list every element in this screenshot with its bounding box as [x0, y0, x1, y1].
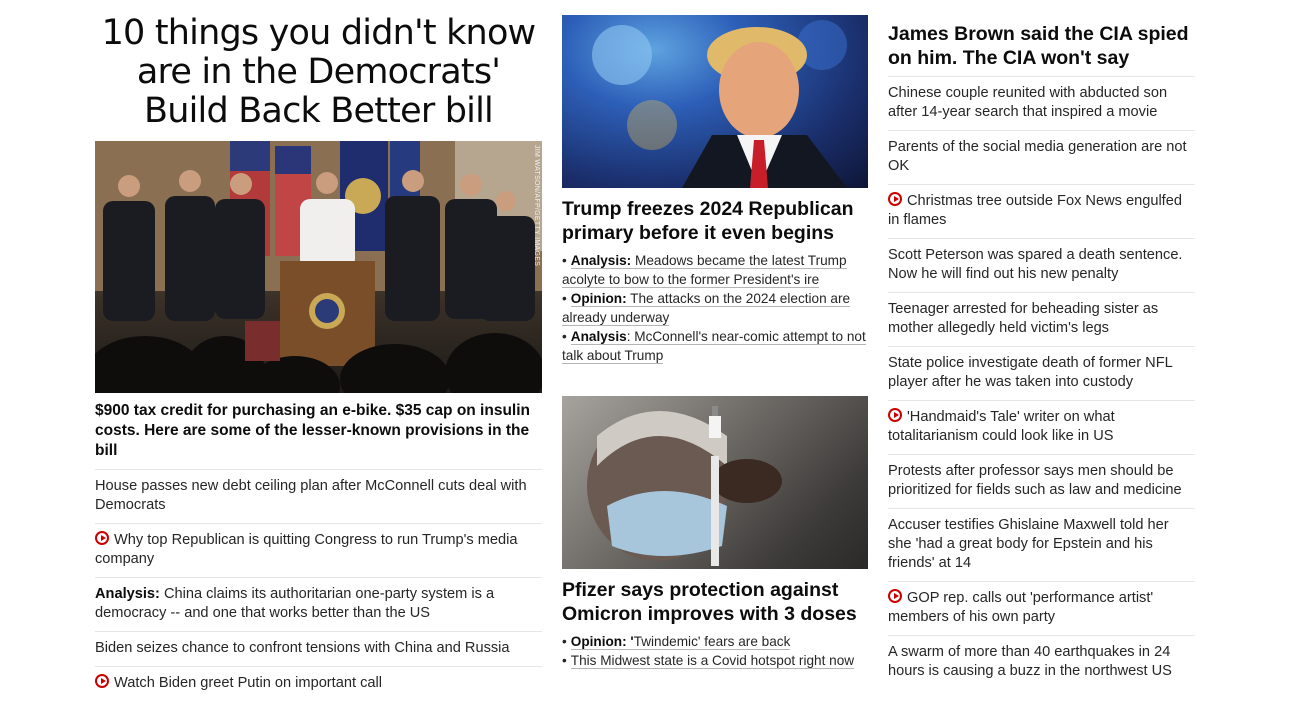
story-link[interactable]: Protests after professor says men should…	[888, 463, 1182, 498]
right-headline-link[interactable]: James Brown said the CIA spied on him. T…	[888, 22, 1195, 77]
pfizer-headline-link[interactable]: Pfizer says protection against Omicron i…	[562, 578, 868, 626]
story-link[interactable]: Why top Republican is quitting Congress …	[95, 531, 518, 567]
story-link[interactable]: House passes new debt ceiling plan after…	[95, 478, 527, 513]
related-link[interactable]: • Opinion: 'Twindemic' fears are back	[562, 632, 868, 651]
lead-photo: JIM WATSON/AFP/GETTY IMAGES	[95, 141, 542, 393]
related-stories-list: House passes new debt ceiling plan after…	[95, 470, 542, 701]
trump-photo-link[interactable]	[562, 15, 868, 188]
lead-caption: $900 tax credit for purchasing an e-bike…	[95, 401, 542, 470]
play-circle-icon	[95, 531, 109, 545]
story-link[interactable]: GOP rep. calls out 'performance artist' …	[888, 589, 1153, 625]
list-item[interactable]: State police investigate death of former…	[888, 347, 1195, 401]
lead-caption-link[interactable]: $900 tax credit for purchasing an e-bike…	[95, 401, 542, 470]
headlines-list: Chinese couple reunited with abducted so…	[888, 77, 1195, 689]
list-item[interactable]: Watch Biden greet Putin on important cal…	[95, 667, 542, 701]
trump-photo	[562, 15, 868, 188]
related-link[interactable]: • This Midwest state is a Covid hotspot r…	[562, 651, 868, 670]
story-link[interactable]: Teenager arrested for beheading sister a…	[888, 301, 1158, 336]
list-item[interactable]: 'Handmaid's Tale' writer on what totalit…	[888, 401, 1195, 455]
list-item[interactable]: Analysis: China claims its authoritarian…	[95, 578, 542, 632]
lead-headline-link[interactable]: 10 things you didn't know are in the Dem…	[95, 14, 542, 134]
story-link[interactable]: Parents of the social media generation a…	[888, 139, 1187, 174]
pfizer-photo	[562, 396, 868, 569]
press-conference-image	[95, 141, 542, 393]
portrait-image	[592, 20, 847, 188]
pfizer-headline: Pfizer says protection against Omicron i…	[562, 579, 857, 625]
story-link[interactable]: A swarm of more than 40 earthquakes in 2…	[888, 644, 1172, 679]
list-item[interactable]: Protests after professor says men should…	[888, 455, 1195, 509]
story-link[interactable]: Christmas tree outside Fox News engulfed…	[888, 192, 1182, 228]
pfizer-photo-link[interactable]	[562, 396, 868, 569]
lead-photo-link[interactable]: JIM WATSON/AFP/GETTY IMAGES	[95, 141, 542, 393]
story-link[interactable]: Watch Biden greet Putin on important cal…	[95, 674, 382, 691]
trump-headline-link[interactable]: Trump freezes 2024 Republican primary be…	[562, 197, 868, 245]
list-item[interactable]: Christmas tree outside Fox News engulfed…	[888, 185, 1195, 239]
story-link[interactable]: Biden seizes chance to confront tensions…	[95, 640, 510, 656]
related-link[interactable]: • Opinion: The attacks on the 2024 electi…	[562, 289, 868, 327]
middle-column: Trump freezes 2024 Republican primary be…	[562, 0, 868, 670]
related-link[interactable]: • Analysis: Meadows became the latest Tru…	[562, 251, 868, 289]
play-circle-icon	[888, 192, 902, 206]
list-item[interactable]: GOP rep. calls out 'performance artist' …	[888, 582, 1195, 636]
story-link[interactable]: Chinese couple reunited with abducted so…	[888, 85, 1167, 120]
story-label: Analysis:	[95, 586, 160, 602]
play-circle-icon	[888, 408, 902, 422]
list-item[interactable]: House passes new debt ceiling plan after…	[95, 470, 542, 524]
list-item[interactable]: A swarm of more than 40 earthquakes in 2…	[888, 636, 1195, 689]
play-circle-icon	[888, 589, 902, 603]
right-headline: James Brown said the CIA spied on him. T…	[888, 22, 1195, 77]
list-item[interactable]: Accuser testifies Ghislaine Maxwell told…	[888, 509, 1195, 582]
related-link[interactable]: • Analysis: McConnell's near-comic attemp…	[562, 327, 868, 365]
story-link[interactable]: 'Handmaid's Tale' writer on what totalit…	[888, 408, 1115, 444]
lead-story-column: 10 things you didn't know are in the Dem…	[95, 0, 542, 701]
story-link[interactable]: State police investigate death of former…	[888, 355, 1172, 390]
story-link[interactable]: Analysis: China claims its authoritarian…	[95, 586, 494, 621]
vaccine-image	[587, 406, 782, 566]
list-item[interactable]: Parents of the social media generation a…	[888, 131, 1195, 185]
trump-related-links: • Analysis: Meadows became the latest Tru…	[562, 251, 868, 365]
right-column: James Brown said the CIA spied on him. T…	[888, 0, 1195, 689]
list-item[interactable]: Biden seizes chance to confront tensions…	[95, 632, 542, 667]
photo-credit: JIM WATSON/AFP/GETTY IMAGES	[533, 145, 540, 267]
list-item[interactable]: Why top Republican is quitting Congress …	[95, 524, 542, 578]
play-circle-icon	[95, 674, 109, 688]
lead-headline: 10 things you didn't know are in the Dem…	[101, 13, 537, 131]
list-item[interactable]: Teenager arrested for beheading sister a…	[888, 293, 1195, 347]
trump-headline: Trump freezes 2024 Republican primary be…	[562, 198, 854, 244]
pfizer-related-links: • Opinion: 'Twindemic' fears are back • Th…	[562, 632, 868, 670]
list-item[interactable]: Chinese couple reunited with abducted so…	[888, 77, 1195, 131]
story-link[interactable]: Scott Peterson was spared a death senten…	[888, 247, 1183, 282]
list-item[interactable]: Scott Peterson was spared a death senten…	[888, 239, 1195, 293]
story-link[interactable]: Accuser testifies Ghislaine Maxwell told…	[888, 517, 1169, 571]
